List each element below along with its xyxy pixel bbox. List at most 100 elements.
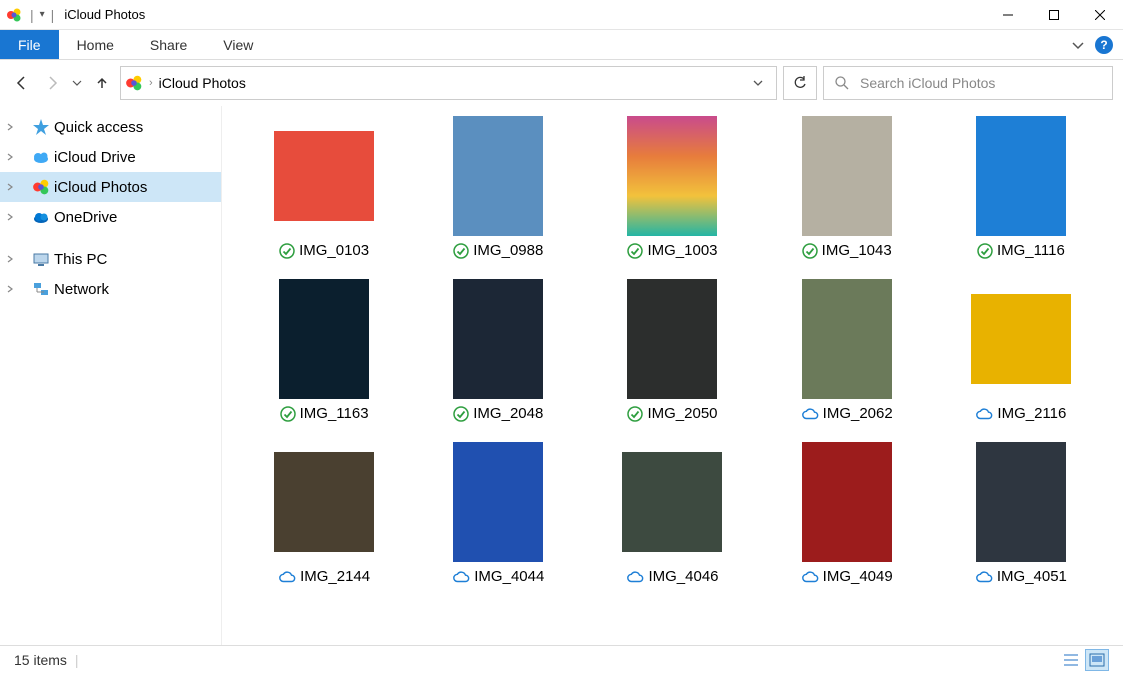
- thumb-wrapper: [797, 116, 897, 236]
- onedrive-icon: [32, 208, 50, 226]
- search-input[interactable]: [860, 75, 1102, 91]
- sidebar-item-label: Quick access: [54, 119, 143, 136]
- cloud-icon: [975, 407, 993, 421]
- thumb-wrapper: [971, 279, 1071, 399]
- nav-recent-dropdown[interactable]: [70, 71, 84, 95]
- address-dropdown-icon[interactable]: [744, 77, 772, 89]
- app-icon: [6, 7, 22, 23]
- chevron-right-icon[interactable]: [6, 285, 20, 293]
- file-grid: IMG_0103 IMG_0988IMG_1003IMG_1043 IMG_1116…: [242, 116, 1103, 585]
- chevron-right-icon[interactable]: [6, 213, 20, 221]
- file-name: IMG_1163: [300, 405, 369, 422]
- sidebar-item-icloud-drive[interactable]: iCloud Drive: [0, 142, 221, 172]
- file-name: IMG_4046: [648, 568, 718, 585]
- thumb-wrapper: [622, 442, 722, 562]
- chevron-right-icon[interactable]: [6, 153, 20, 161]
- sidebar-item-this-pc[interactable]: This PC: [0, 244, 221, 274]
- file-item[interactable]: IMG_2048: [416, 279, 580, 422]
- cloud-icon: [975, 570, 993, 584]
- sidebar-item-network[interactable]: Network: [0, 274, 221, 304]
- thumbnail-image: [274, 452, 374, 552]
- file-item[interactable]: IMG_2116: [939, 279, 1103, 422]
- thumbnail-image: [274, 131, 374, 221]
- synced-icon: [279, 243, 295, 259]
- window-title: iCloud Photos: [64, 7, 145, 22]
- tab-home[interactable]: Home: [59, 30, 132, 59]
- file-item[interactable]: IMG_2144: [242, 442, 406, 585]
- file-item[interactable]: IMG_1163: [242, 279, 406, 422]
- breadcrumb-current[interactable]: iCloud Photos: [159, 75, 246, 91]
- file-item[interactable]: IMG_1043: [765, 116, 929, 259]
- refresh-button[interactable]: [783, 66, 817, 100]
- tab-share[interactable]: Share: [132, 30, 205, 59]
- thumbnail-image: [622, 452, 722, 552]
- sidebar-item-quick-access[interactable]: Quick access: [0, 112, 221, 142]
- nav-back-button[interactable]: [10, 71, 34, 95]
- file-item[interactable]: IMG_1003: [590, 116, 754, 259]
- cloud-icon: [452, 570, 470, 584]
- thumb-wrapper: [622, 116, 722, 236]
- synced-icon: [453, 243, 469, 259]
- chevron-right-icon[interactable]: [6, 255, 20, 263]
- thumb-wrapper: [971, 116, 1071, 236]
- synced-icon: [627, 243, 643, 259]
- thumb-wrapper: [971, 442, 1071, 562]
- file-name: IMG_4051: [997, 568, 1067, 585]
- title-sep2: |: [51, 7, 55, 23]
- file-item[interactable]: IMG_0988: [416, 116, 580, 259]
- thumbnail-image: [802, 279, 892, 399]
- file-item[interactable]: IMG_1116: [939, 116, 1103, 259]
- minimize-button[interactable]: [985, 0, 1031, 30]
- maximize-button[interactable]: [1031, 0, 1077, 30]
- ribbon-expand-icon[interactable]: [1071, 38, 1085, 52]
- synced-icon: [977, 243, 993, 259]
- view-details-button[interactable]: [1059, 649, 1083, 671]
- search-box[interactable]: [823, 66, 1113, 100]
- file-name: IMG_2050: [647, 405, 717, 422]
- file-item[interactable]: IMG_4049: [765, 442, 929, 585]
- thumb-wrapper: [448, 442, 548, 562]
- sidebar-item-icloud-photos[interactable]: iCloud Photos: [0, 172, 221, 202]
- file-item[interactable]: IMG_4046: [590, 442, 754, 585]
- content-area[interactable]: IMG_0103 IMG_0988IMG_1003IMG_1043 IMG_1116…: [222, 106, 1123, 645]
- file-item[interactable]: IMG_0103: [242, 116, 406, 259]
- file-name: IMG_2116: [997, 405, 1066, 422]
- thumbnail-image: [971, 294, 1071, 384]
- synced-icon: [802, 243, 818, 259]
- title-sep: |: [30, 7, 34, 23]
- close-button[interactable]: [1077, 0, 1123, 30]
- view-thumbnails-button[interactable]: [1085, 649, 1109, 671]
- chevron-right-icon[interactable]: [6, 123, 20, 131]
- tab-file[interactable]: File: [0, 30, 59, 59]
- thumb-wrapper: [622, 279, 722, 399]
- network-icon: [32, 280, 50, 298]
- thumb-wrapper: [274, 116, 374, 236]
- file-name: IMG_0103: [299, 242, 369, 259]
- thumbnail-image: [453, 279, 543, 399]
- file-item[interactable]: IMG_2050: [590, 279, 754, 422]
- address-bar[interactable]: › iCloud Photos: [120, 66, 777, 100]
- sidebar-item-onedrive[interactable]: OneDrive: [0, 202, 221, 232]
- sidebar-item-label: iCloud Drive: [54, 149, 136, 166]
- item-count: 15 items: [14, 652, 67, 668]
- quick-access-dropdown-icon[interactable]: ▾: [40, 9, 45, 20]
- help-button[interactable]: ?: [1095, 36, 1113, 54]
- file-item[interactable]: IMG_4051: [939, 442, 1103, 585]
- thumbnail-image: [627, 116, 717, 236]
- thumbnail-image: [976, 116, 1066, 236]
- chevron-right-icon[interactable]: [6, 183, 20, 191]
- photos-icon: [32, 178, 50, 196]
- nav-forward-button[interactable]: [40, 71, 64, 95]
- thumbnail-image: [453, 116, 543, 236]
- file-name: IMG_2144: [300, 568, 370, 585]
- nav-up-button[interactable]: [90, 71, 114, 95]
- file-item[interactable]: IMG_4044: [416, 442, 580, 585]
- cloud-icon: [801, 407, 819, 421]
- file-item[interactable]: IMG_2062: [765, 279, 929, 422]
- tab-view[interactable]: View: [205, 30, 271, 59]
- thumbnail-image: [976, 442, 1066, 562]
- chevron-right-icon: ›: [149, 77, 153, 89]
- file-name: IMG_1116: [997, 242, 1065, 259]
- status-sep: |: [75, 652, 79, 668]
- sidebar-item-label: iCloud Photos: [54, 179, 147, 196]
